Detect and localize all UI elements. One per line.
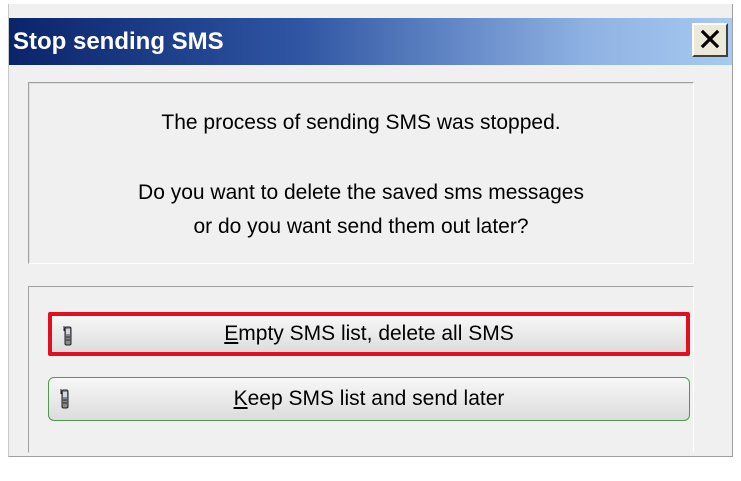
message-panel: The process of sending SMS was stopped. … (28, 82, 694, 264)
title-bar[interactable]: Stop sending SMS (9, 18, 732, 65)
message-line-1: The process of sending SMS was stopped. (161, 111, 561, 134)
message-line-3: or do you want send them out later? (193, 215, 529, 238)
mobile-phone-icon (59, 388, 71, 410)
close-button[interactable] (692, 23, 728, 57)
dialog-title: Stop sending SMS (13, 27, 224, 55)
empty-sms-list-button[interactable]: Empty SMS list, delete all SMS (48, 312, 690, 356)
mobile-phone-icon (62, 325, 74, 347)
keep-sms-list-button[interactable]: Keep SMS list and send later (48, 377, 690, 421)
message-line-2: Do you want to delete the saved sms mess… (138, 181, 584, 204)
empty-sms-list-label: Empty SMS list, delete all SMS (224, 322, 514, 345)
close-icon (700, 25, 720, 56)
keep-sms-list-label: Keep SMS list and send later (233, 387, 505, 410)
